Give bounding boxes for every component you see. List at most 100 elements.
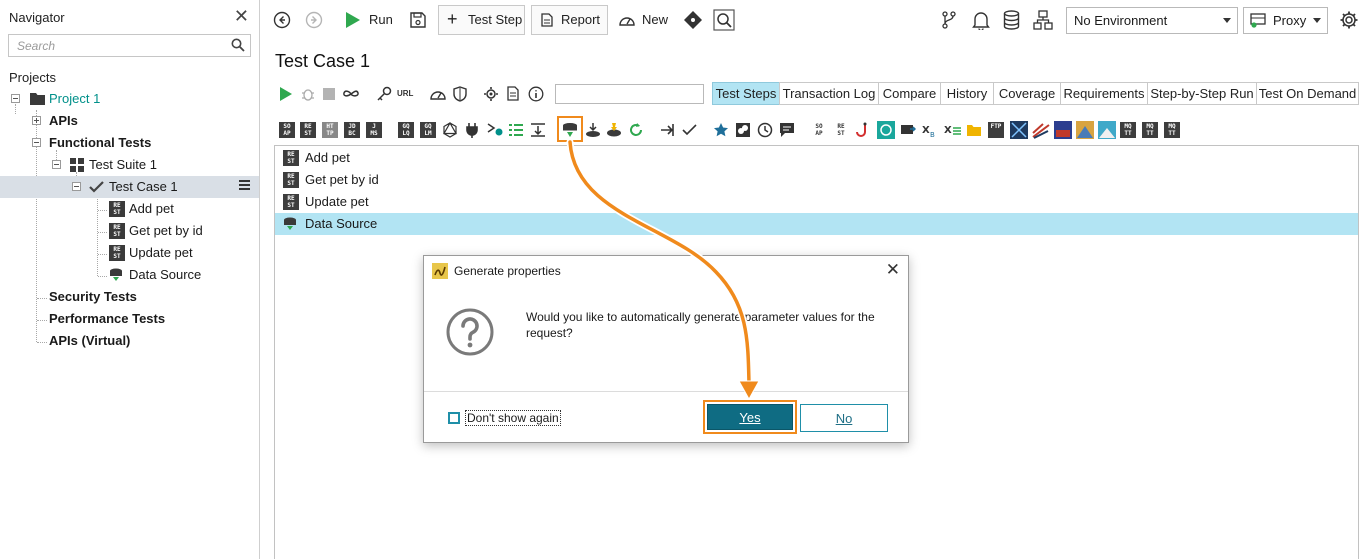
plug-icon[interactable] [465,122,479,138]
list-item[interactable]: RE ST Get pet by id [275,169,1358,191]
search-input[interactable] [9,35,224,56]
key-icon[interactable] [376,86,392,102]
mqtt-receive-icon[interactable]: MQ TT [1142,122,1158,138]
tree-item-apis-virtual[interactable]: APIs (Virtual) [0,330,259,352]
yes-button[interactable]: Yes [707,404,793,430]
collapse-icon[interactable] [11,94,20,103]
mock-response-icon[interactable] [735,122,751,138]
integration-icon-5[interactable] [1098,121,1116,139]
tree-item-step[interactable]: RE ST Update pet [0,242,259,264]
jms-step-icon[interactable]: J MS [366,122,382,138]
close-icon[interactable]: ✕ [886,261,900,278]
folder-icon[interactable] [966,122,982,138]
list-item[interactable]: RE ST Add pet [275,147,1358,169]
conditional-goto-icon[interactable] [660,123,676,137]
collapse-icon[interactable] [52,160,61,169]
excel-icon[interactable]: X [944,122,962,138]
no-button[interactable]: No [800,404,888,432]
stop-icon[interactable] [322,87,336,101]
infinity-icon[interactable] [342,88,360,100]
send-mail-icon[interactable] [900,122,916,138]
properties-icon[interactable] [508,123,524,137]
tab-requirements[interactable]: Requirements [1060,82,1148,105]
bug-icon[interactable] [301,87,315,101]
property-transfer-icon[interactable] [530,122,546,138]
rest-step-icon[interactable]: RE ST [300,122,316,138]
play-icon[interactable] [279,86,293,102]
gear-icon[interactable] [1339,10,1359,30]
tab-compare[interactable]: Compare [878,82,941,105]
list-item[interactable]: RE ST Update pet [275,191,1358,213]
graphql-icon[interactable] [442,122,458,138]
tab-test-steps[interactable]: Test Steps [712,82,780,105]
tab-step-by-step-run[interactable]: Step-by-Step Run [1147,82,1257,105]
graphql-step-icon[interactable]: GQ LQ [398,122,414,138]
tree-item-security-tests[interactable]: Security Tests [0,286,259,308]
speedometer-icon[interactable] [430,87,446,101]
list-item[interactable]: Data Source [275,213,1358,235]
integration-icon-1[interactable] [1010,121,1028,139]
url-label[interactable]: URL [397,89,413,98]
integration-icon-4[interactable] [1076,121,1094,139]
inspect-icon[interactable] [713,9,735,31]
mqtt-drop-icon[interactable]: MQ TT [1164,122,1180,138]
info-icon[interactable] [528,86,544,102]
database-icon[interactable] [1003,10,1020,30]
forward-icon[interactable] [305,11,323,29]
http-step-icon[interactable]: HT TP [322,122,338,138]
mqtt-publish-icon[interactable]: MQ TT [1120,122,1136,138]
branch-icon[interactable] [941,11,957,29]
close-icon[interactable]: ✕ [234,7,249,25]
save-icon[interactable] [410,12,426,28]
shield-icon[interactable] [453,86,467,102]
script-step-icon[interactable] [487,123,503,137]
new-button[interactable]: New [618,5,672,35]
loop-icon[interactable] [628,122,644,138]
dont-show-label[interactable]: Don't show again [465,410,561,426]
tab-test-on-demand[interactable]: Test On Demand [1256,82,1359,105]
ftp-icon[interactable]: FTP [988,122,1004,138]
soap-step-icon[interactable]: SO AP [279,122,295,138]
tree-item-functional-tests[interactable]: Functional Tests [0,132,259,154]
tab-history[interactable]: History [940,82,994,105]
tree-item-step[interactable]: RE ST Add pet [0,198,259,220]
data-generator-icon[interactable] [606,122,622,138]
tree-item-test-suite[interactable]: Test Suite 1 [0,154,259,176]
bell-icon[interactable] [972,10,990,30]
rest-mock-icon[interactable]: RE ST [833,122,849,138]
tab-coverage[interactable]: Coverage [993,82,1061,105]
tree-item-test-case[interactable]: Test Case 1 [0,176,259,198]
collapse-icon[interactable] [32,138,41,147]
hook-icon[interactable] [855,122,871,138]
graphql-mutation-step-icon[interactable]: GQ LM [420,122,436,138]
document-icon[interactable] [507,86,519,101]
xml-icon[interactable]: XB [922,121,940,139]
data-sink-icon[interactable] [585,122,601,138]
dont-show-checkbox[interactable] [448,412,460,424]
report-button[interactable]: Report [531,5,608,35]
back-icon[interactable] [273,11,291,29]
comment-icon[interactable] [779,122,795,138]
menu-icon[interactable] [239,180,250,192]
tree-item-apis[interactable]: APIs [0,110,259,132]
environment-select[interactable]: No Environment [1066,7,1238,34]
integration-icon-3[interactable] [1054,121,1072,139]
tree-item-performance-tests[interactable]: Performance Tests [0,308,259,330]
gear-icon[interactable] [484,87,498,101]
jdbc-step-icon[interactable]: JD BC [344,122,360,138]
collapse-icon[interactable] [72,182,81,191]
git-diamond-icon[interactable] [683,10,703,30]
web-service-icon[interactable] [877,121,895,139]
tree-item-project[interactable]: Project 1 [0,88,259,110]
tree-item-step[interactable]: RE ST Get pet by id [0,220,259,242]
test-step-button[interactable]: + Test Step [438,5,525,35]
soap-mock-icon[interactable]: SO AP [811,122,827,138]
assertion-icon[interactable] [682,123,698,137]
tab-transaction-log[interactable]: Transaction Log [779,82,879,105]
clock-icon[interactable] [757,122,773,138]
expand-icon[interactable] [32,116,41,125]
integration-icon-2[interactable] [1032,121,1050,139]
network-icon[interactable] [1033,10,1053,30]
star-icon[interactable] [713,122,729,138]
proxy-select[interactable]: Proxy [1243,7,1328,34]
